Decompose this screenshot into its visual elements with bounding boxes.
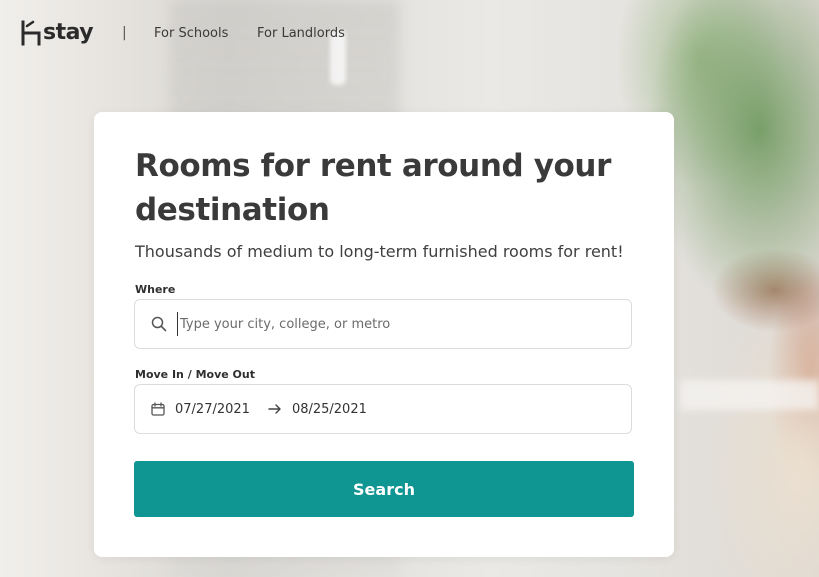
page-subtitle: Thousands of medium to long-term furnish… (135, 242, 624, 261)
page-title: Rooms for rent around your destination (135, 148, 611, 228)
logo-text: stay (43, 20, 94, 45)
nav-for-landlords[interactable]: For Landlords (257, 26, 345, 41)
search-card: Rooms for rent around your destination T… (94, 112, 674, 557)
hstay-logo-icon (21, 20, 41, 46)
header-separator: | (122, 25, 127, 41)
background-window-sill (680, 380, 819, 410)
where-field[interactable] (134, 299, 632, 349)
nav-for-schools[interactable]: For Schools (154, 26, 228, 41)
move-dates-label: Move In / Move Out (135, 368, 255, 381)
search-icon (150, 315, 168, 333)
move-in-date[interactable]: 07/27/2021 (175, 402, 250, 417)
logo[interactable]: stay (20, 17, 94, 49)
page: stay | For Schools For Landlords Rooms f… (0, 0, 819, 577)
move-out-date[interactable]: 08/25/2021 (292, 402, 367, 417)
where-label: Where (135, 283, 176, 296)
where-input[interactable] (177, 312, 600, 336)
site-header: stay | For Schools For Landlords (0, 0, 819, 68)
calendar-icon (150, 401, 166, 417)
arrow-right-icon (268, 403, 282, 415)
move-dates-field[interactable]: 07/27/2021 08/25/2021 (134, 384, 632, 434)
search-button[interactable]: Search (134, 461, 634, 517)
